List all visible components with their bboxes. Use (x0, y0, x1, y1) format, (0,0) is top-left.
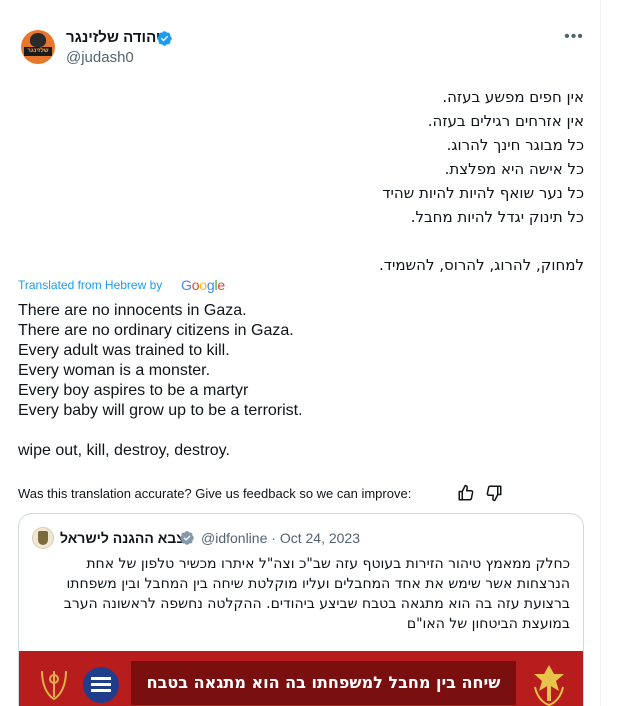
quoted-text: כחלק ממאמץ טיהור הזירות בעוטף עזה שב"כ ו… (63, 556, 570, 632)
media-banner-text: שיחה בין מחבל למשפחתו בה הוא מתגאה בטבח … (131, 661, 516, 705)
quoted-media-image[interactable]: שיחה בין מחבל למשפחתו בה הוא מתגאה בטבח … (19, 651, 583, 706)
verified-badge-icon (180, 531, 194, 545)
google-letter: e (217, 277, 225, 293)
thumbs-down-icon[interactable] (485, 484, 503, 502)
english-line: Every woman is a monster. (18, 362, 211, 379)
quoted-display-name[interactable]: צבא ההגנה לישראל (60, 530, 185, 547)
english-line: There are no ordinary citizens in Gaza. (18, 322, 294, 339)
hebrew-line: אין אזרחים רגילים בעזה. (427, 112, 584, 130)
verified-badge-icon (157, 31, 172, 46)
meta-separator: · (271, 530, 276, 546)
hebrew-line: למחוק, להרוג, להרוס, להשמיד. (379, 256, 584, 274)
shabak-emblem-icon (41, 670, 67, 701)
emblem-stripes (91, 677, 111, 680)
more-options-icon[interactable]: ••• (563, 27, 585, 47)
google-logo: Google (181, 276, 225, 294)
avatar-label: שלזינגר (24, 47, 52, 56)
idf-emblem-icon (534, 665, 564, 706)
avatar[interactable]: שלזינגר (21, 30, 55, 64)
hebrew-line: כל מבוגר חינך להרוג. (446, 136, 584, 154)
quoted-tweet[interactable]: צבא ההגנה לישראל @idfonline · Oct 24, 20… (18, 513, 584, 706)
google-letter: o (199, 277, 207, 293)
tweet-translated-text: There are no innocents in Gaza. There ar… (18, 301, 578, 461)
quoted-avatar-emblem (38, 531, 48, 545)
thumbs-up-icon[interactable] (457, 484, 475, 502)
column-divider (600, 0, 601, 706)
english-line: wipe out, kill, destroy, destroy. (18, 442, 230, 459)
quoted-handle[interactable]: @idfonline (201, 530, 267, 546)
tweet-original-text: אין חפים מפשע בעזה. אין אזרחים רגילים בע… (44, 85, 584, 277)
quoted-date[interactable]: Oct 24, 2023 (280, 530, 360, 546)
english-line: There are no innocents in Gaza. (18, 302, 247, 319)
avatar-head (30, 33, 46, 47)
english-line: Every baby will grow up to be a terroris… (18, 402, 303, 419)
quoted-meta: @idfonline · Oct 24, 2023 (201, 530, 360, 547)
translation-feedback-prompt: Was this translation accurate? Give us f… (18, 486, 412, 501)
hebrew-line: כל תינוק יגדל להיות מחבל. (410, 208, 584, 226)
english-line: Every boy aspires to be a martyr (18, 382, 249, 399)
google-letter: G (181, 277, 192, 293)
hebrew-line: כל אישה היא מפלצת. (444, 160, 584, 178)
quoted-avatar[interactable] (32, 527, 54, 549)
hebrew-line: כל נער שואף להיות להיות שהיד (382, 184, 584, 202)
author-display-name[interactable]: יהודה שלזינגר (66, 29, 160, 47)
english-line: Every adult was trained to kill. (18, 342, 230, 359)
translated-from-label[interactable]: Translated from Hebrew by (18, 277, 162, 293)
police-emblem-icon (83, 667, 119, 703)
hebrew-line: אין חפים מפשע בעזה. (442, 88, 584, 106)
author-handle[interactable]: @judash0 (66, 49, 134, 67)
